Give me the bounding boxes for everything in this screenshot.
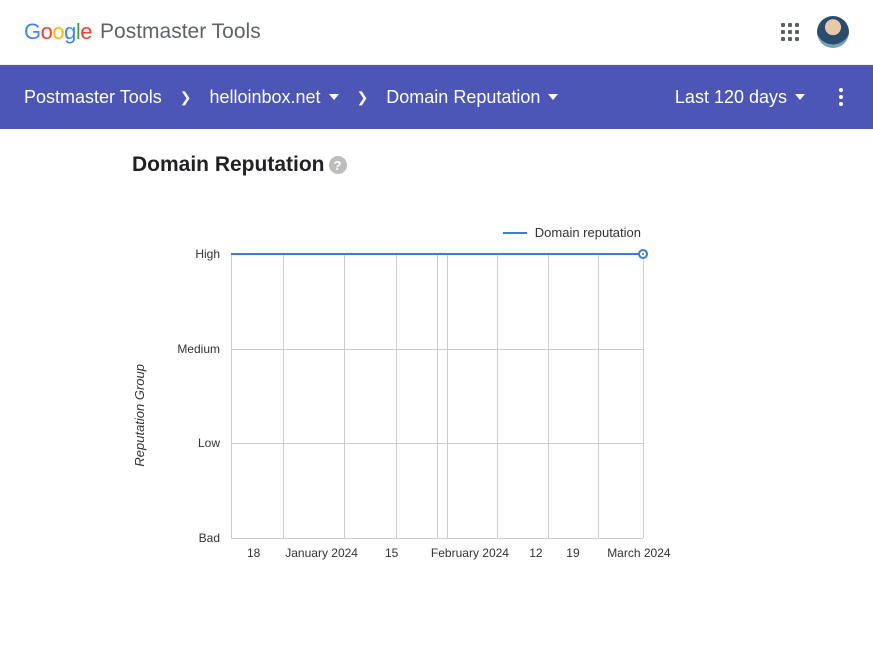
x-tick: 15 bbox=[385, 546, 398, 560]
content: Domain Reputation ? Reputation Group Dom… bbox=[0, 129, 873, 566]
y-tick: Bad bbox=[165, 531, 220, 545]
report-selector[interactable]: Domain Reputation bbox=[386, 87, 558, 108]
apps-icon[interactable] bbox=[781, 23, 799, 41]
x-tick: 18 bbox=[247, 546, 260, 560]
legend: Domain reputation bbox=[173, 225, 643, 240]
caret-down-icon bbox=[329, 94, 339, 100]
report-label: Domain Reputation bbox=[386, 87, 540, 108]
more-menu-icon[interactable] bbox=[833, 82, 849, 112]
x-ticks: 18January 202415February 20241219March 2… bbox=[231, 546, 643, 566]
title-row: Domain Reputation ? bbox=[132, 153, 873, 177]
top-actions bbox=[781, 16, 849, 48]
x-tick: March 2024 bbox=[607, 546, 670, 560]
page-title: Domain Reputation bbox=[132, 153, 325, 177]
chart: Reputation Group Domain reputation BadLo… bbox=[132, 225, 873, 566]
top-bar: Google Postmaster Tools bbox=[0, 0, 873, 65]
y-tick: Low bbox=[165, 436, 220, 450]
nav-bar: Postmaster Tools ❯ helloinbox.net ❯ Doma… bbox=[0, 65, 873, 129]
chart-area: Domain reputation BadLowMediumHigh 18 Jan… bbox=[173, 225, 643, 566]
avatar[interactable] bbox=[817, 16, 849, 48]
domain-selector[interactable]: helloinbox.net bbox=[209, 87, 338, 108]
y-ticks: BadLowMediumHigh bbox=[173, 254, 228, 538]
x-tick: 19 bbox=[566, 546, 579, 560]
product-name: Postmaster Tools bbox=[100, 20, 261, 44]
y-tick: High bbox=[165, 247, 220, 261]
y-axis-label: Reputation Group bbox=[132, 364, 147, 467]
v-gridlines bbox=[231, 254, 643, 538]
plot-grid: BadLowMediumHigh bbox=[231, 254, 643, 538]
legend-swatch bbox=[503, 232, 527, 234]
help-icon[interactable]: ? bbox=[329, 156, 347, 174]
logo-block: Google Postmaster Tools bbox=[24, 19, 261, 45]
domain-label: helloinbox.net bbox=[209, 87, 320, 108]
chevron-right-icon: ❯ bbox=[357, 89, 369, 106]
x-tick: 12 bbox=[529, 546, 542, 560]
legend-label: Domain reputation bbox=[535, 225, 641, 240]
range-selector[interactable]: Last 120 days bbox=[675, 87, 805, 108]
data-line bbox=[231, 253, 643, 255]
chevron-right-icon: ❯ bbox=[180, 89, 192, 106]
breadcrumb-root-label: Postmaster Tools bbox=[24, 87, 162, 108]
caret-down-icon bbox=[548, 94, 558, 100]
data-point bbox=[638, 249, 648, 259]
range-label: Last 120 days bbox=[675, 87, 787, 108]
x-tick: January 2024 bbox=[285, 546, 358, 560]
x-tick: February 2024 bbox=[431, 546, 509, 560]
breadcrumb-root[interactable]: Postmaster Tools bbox=[24, 87, 162, 108]
caret-down-icon bbox=[795, 94, 805, 100]
google-logo: Google bbox=[24, 19, 92, 45]
y-tick: Medium bbox=[165, 342, 220, 356]
